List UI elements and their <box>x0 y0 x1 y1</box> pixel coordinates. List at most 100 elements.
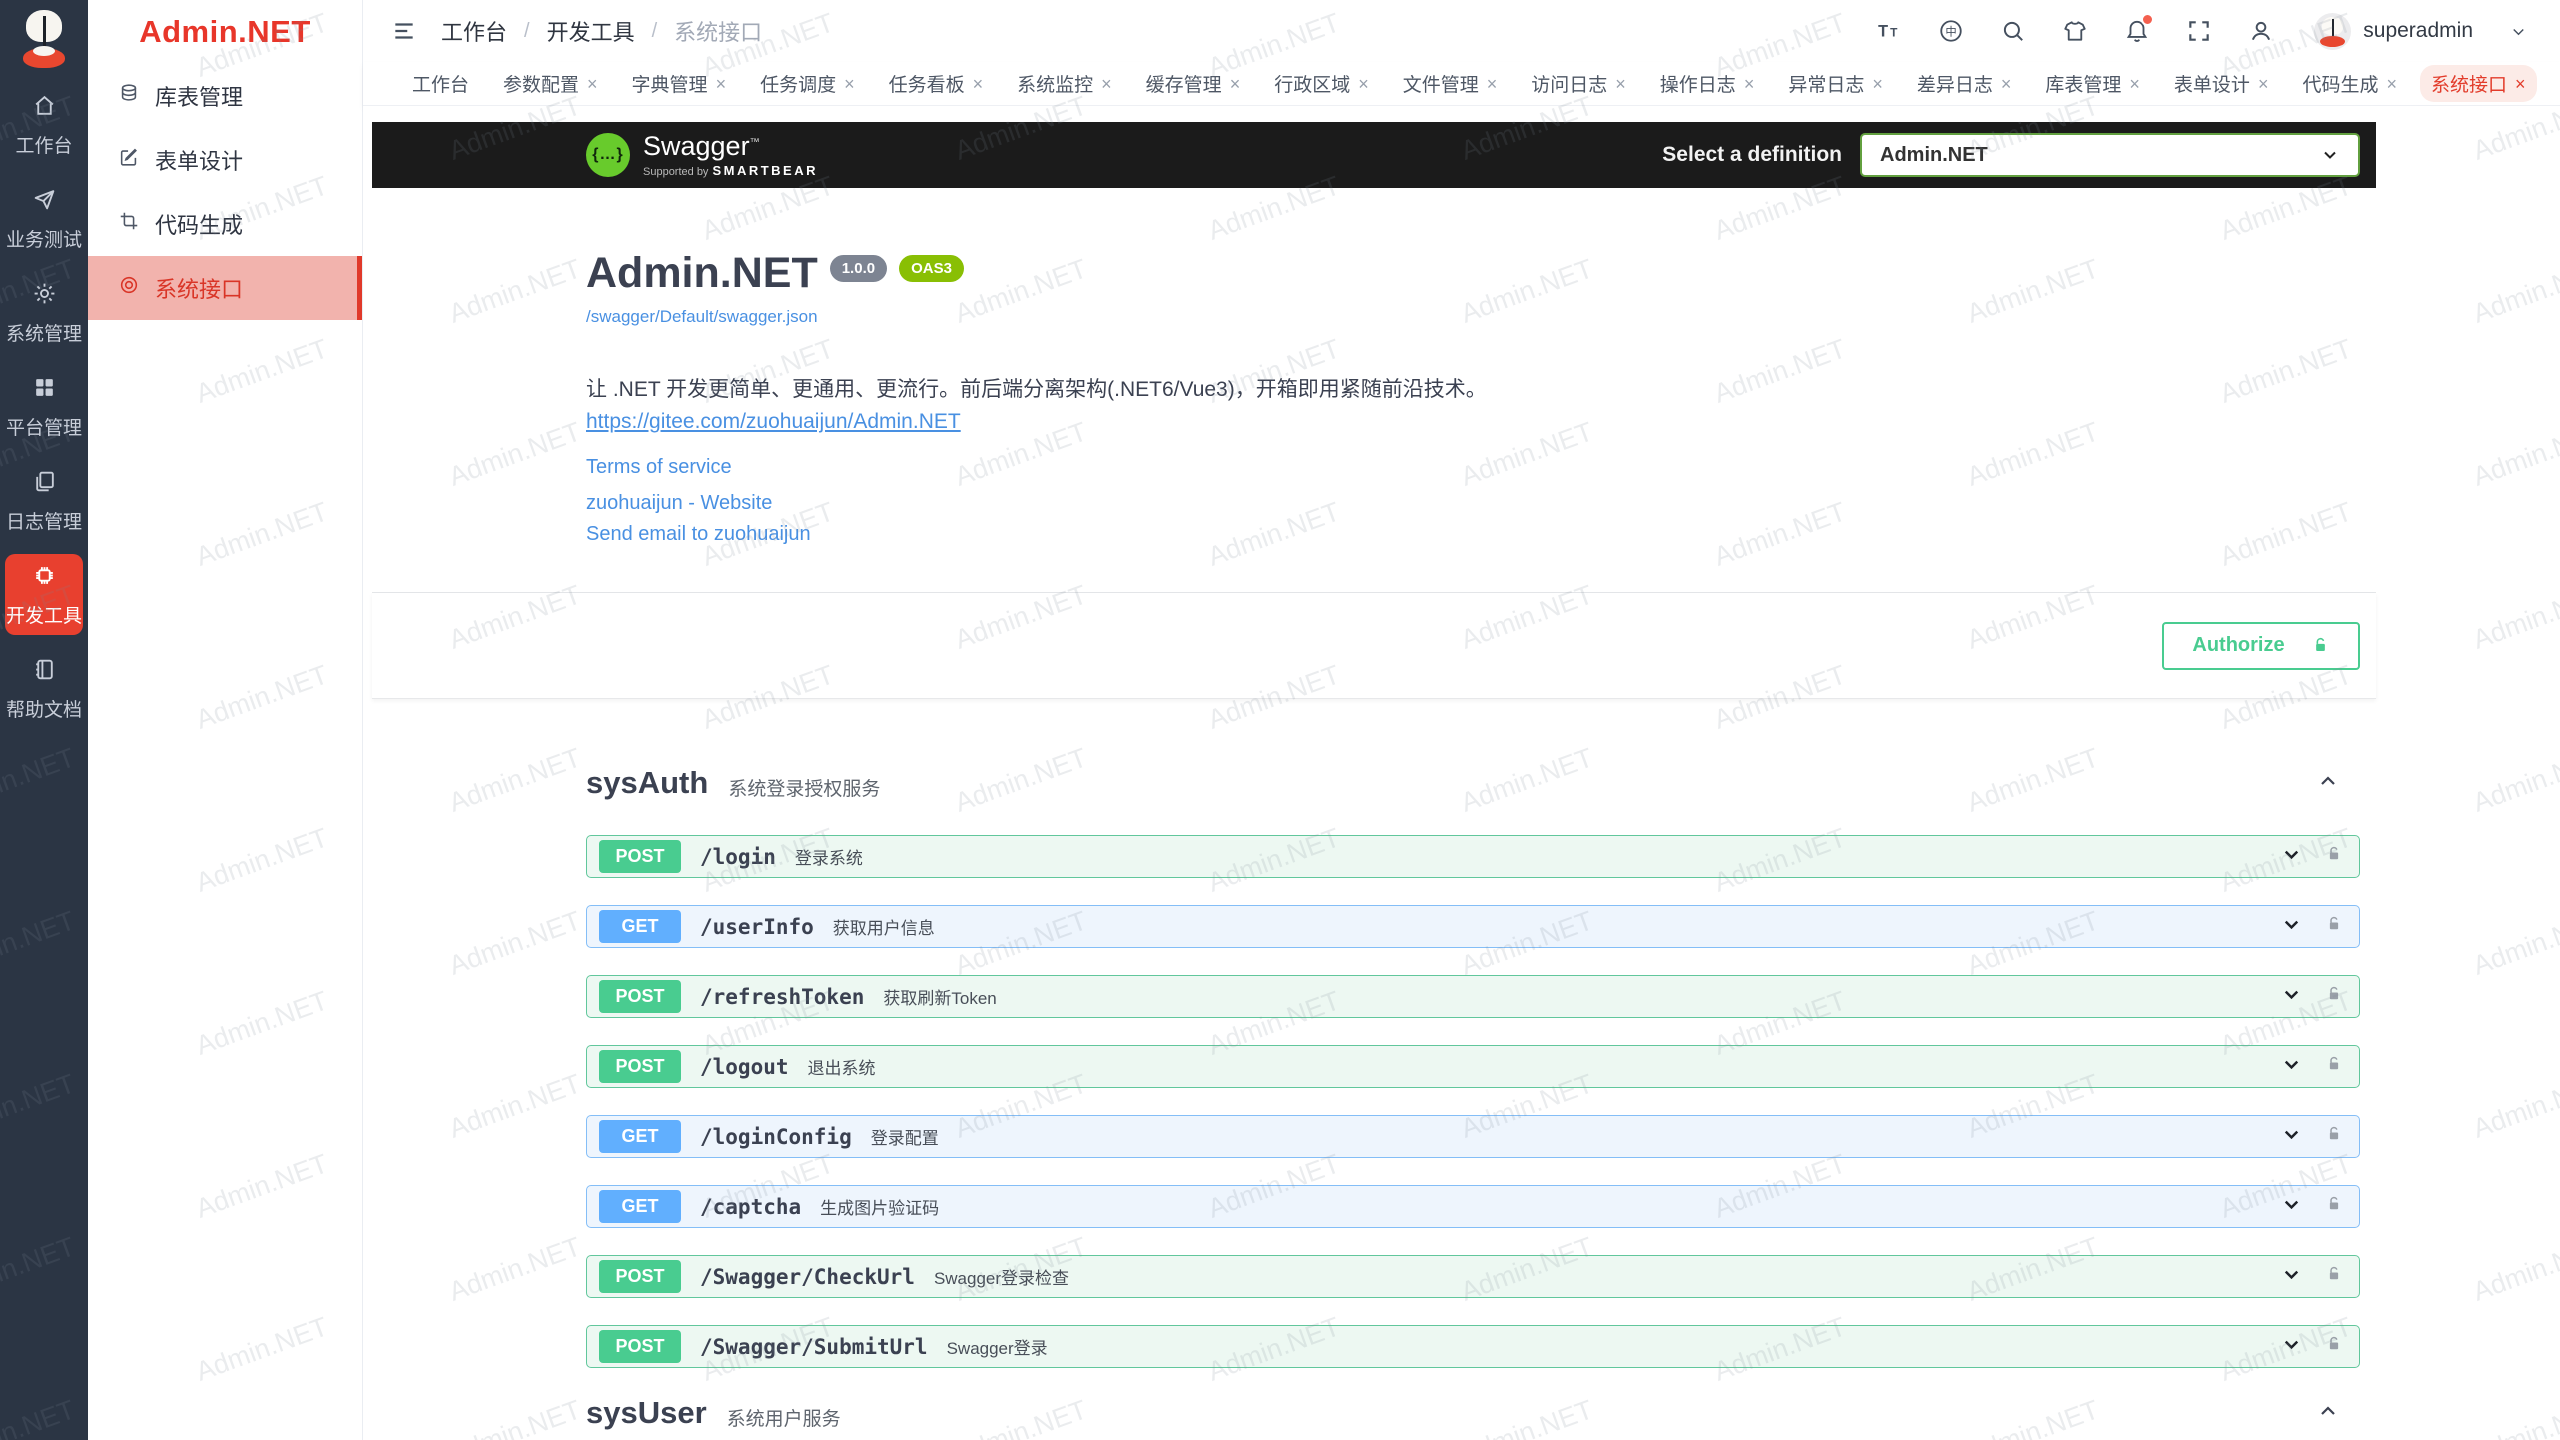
swagger-topbar: {…} Swagger™ Supported bySMARTBEAR Selec… <box>372 122 2376 188</box>
notifications-bell-icon[interactable] <box>2124 18 2150 44</box>
expand-chevron-icon[interactable] <box>2280 1053 2303 1081</box>
close-icon[interactable]: × <box>1230 75 1241 93</box>
rail-item-platform-mgmt[interactable]: 平台管理 <box>5 366 83 447</box>
close-icon[interactable]: × <box>1487 75 1498 93</box>
rail-item-system-mgmt[interactable]: 系统管理 <box>5 272 83 353</box>
repo-link[interactable]: https://gitee.com/zuohuaijun/Admin.NET <box>586 410 2360 434</box>
terms-link[interactable]: Terms of service <box>586 454 2360 481</box>
tab-item[interactable]: 工作台 <box>401 65 480 102</box>
method-badge: POST <box>599 1050 681 1083</box>
spec-url-link[interactable]: /swagger/Default/swagger.json <box>586 307 2360 327</box>
tab-item[interactable]: 任务看板 × <box>878 65 995 102</box>
sidebar-item-code-gen[interactable]: 代码生成 <box>88 192 362 256</box>
breadcrumb-item[interactable]: 开发工具 <box>547 15 635 47</box>
website-link[interactable]: zuohuaijun - Website <box>586 490 2360 517</box>
tab-label: 行政区域 <box>1274 70 1350 97</box>
rail-item-help-docs[interactable]: 帮助文档 <box>5 648 83 729</box>
user-avatar[interactable] <box>2314 13 2351 50</box>
tab-item[interactable]: 系统接口 × <box>2420 65 2537 102</box>
rail-item-business-test[interactable]: 业务测试 <box>5 178 83 259</box>
endpoint-row[interactable]: GET /captcha 生成图片验证码 <box>586 1185 2360 1228</box>
tab-item[interactable]: 表单设计 × <box>2163 65 2280 102</box>
rail-item-dev-tools[interactable]: 开发工具 <box>5 554 83 635</box>
tab-item[interactable]: 字典管理 × <box>621 65 738 102</box>
search-icon[interactable] <box>2000 18 2026 44</box>
expand-chevron-icon[interactable] <box>2280 1123 2303 1151</box>
expand-chevron-icon[interactable] <box>2280 843 2303 871</box>
tab-item[interactable]: 代码生成 × <box>2291 65 2408 102</box>
tab-item[interactable]: 缓存管理 × <box>1135 65 1252 102</box>
lock-icon[interactable] <box>2325 1055 2343 1078</box>
endpoint-row[interactable]: POST /Swagger/CheckUrl Swagger登录检查 <box>586 1255 2360 1298</box>
user-icon[interactable] <box>2248 18 2274 44</box>
tab-item[interactable]: 任务调度 × <box>749 65 866 102</box>
rail-item-log-mgmt[interactable]: 日志管理 <box>5 460 83 541</box>
close-icon[interactable]: × <box>844 75 855 93</box>
expand-chevron-icon[interactable] <box>2280 1333 2303 1361</box>
tab-item[interactable]: 库表管理 × <box>2034 65 2151 102</box>
expand-chevron-icon[interactable] <box>2280 1263 2303 1291</box>
sidebar-item-system-api[interactable]: 系统接口 <box>88 256 362 320</box>
close-icon[interactable]: × <box>1872 75 1883 93</box>
endpoint-row[interactable]: POST /refreshToken 获取刷新Token <box>586 975 2360 1018</box>
collapse-menu-icon[interactable] <box>391 18 417 44</box>
endpoint-row[interactable]: GET /userInfo 获取用户信息 <box>586 905 2360 948</box>
close-icon[interactable]: × <box>2129 75 2140 93</box>
close-icon[interactable]: × <box>587 75 598 93</box>
lock-icon[interactable] <box>2325 1125 2343 1148</box>
authorize-button[interactable]: Authorize <box>2162 622 2360 670</box>
endpoint-row[interactable]: GET /loginConfig 登录配置 <box>586 1115 2360 1158</box>
close-icon[interactable]: × <box>716 75 727 93</box>
close-icon[interactable]: × <box>2515 75 2526 93</box>
method-badge: POST <box>599 840 681 873</box>
close-icon[interactable]: × <box>1744 75 1755 93</box>
lock-icon[interactable] <box>2325 1195 2343 1218</box>
fullscreen-icon[interactable] <box>2186 18 2212 44</box>
lock-icon[interactable] <box>2325 985 2343 1008</box>
tab-label: 系统接口 <box>2431 70 2507 97</box>
rail-item-label: 开发工具 <box>6 601 82 628</box>
lock-icon[interactable] <box>2325 1335 2343 1358</box>
font-size-icon[interactable]: TT <box>1876 18 1902 44</box>
expand-chevron-icon[interactable] <box>2280 983 2303 1011</box>
endpoint-row[interactable]: POST /Swagger/SubmitUrl Swagger登录 <box>586 1325 2360 1368</box>
endpoint-row[interactable]: POST /login 登录系统 <box>586 835 2360 878</box>
tab-item[interactable]: 操作日志 × <box>1649 65 1766 102</box>
collapse-section-icon[interactable] <box>2316 769 2340 798</box>
tab-item[interactable]: 访问日志 × <box>1520 65 1637 102</box>
tab-item[interactable]: 文件管理 × <box>1392 65 1509 102</box>
close-icon[interactable]: × <box>2386 75 2397 93</box>
sidebar-item-form-design[interactable]: 表单设计 <box>88 128 362 192</box>
tab-item[interactable]: 系统监控 × <box>1006 65 1123 102</box>
close-icon[interactable]: × <box>973 75 984 93</box>
tab-item[interactable]: 参数配置 × <box>492 65 609 102</box>
expand-chevron-icon[interactable] <box>2280 913 2303 941</box>
section-header-sysuser[interactable]: sysUser 系统用户服务 <box>586 1395 2360 1431</box>
username-label[interactable]: superadmin <box>2363 19 2473 43</box>
close-icon[interactable]: × <box>1101 75 1112 93</box>
tab-item[interactable]: 行政区域 × <box>1263 65 1380 102</box>
close-icon[interactable]: × <box>1615 75 1626 93</box>
sidebar-item-table-mgmt[interactable]: 库表管理 <box>88 64 362 128</box>
close-icon[interactable]: × <box>1358 75 1369 93</box>
language-icon[interactable]: 中 <box>1938 18 1964 44</box>
rail-item-workbench[interactable]: 工作台 <box>5 84 83 165</box>
email-link[interactable]: Send email to zuohuaijun <box>586 521 2360 548</box>
expand-chevron-icon[interactable] <box>2280 1193 2303 1221</box>
rail-item-label: 帮助文档 <box>6 695 82 722</box>
theme-shirt-icon[interactable] <box>2062 18 2088 44</box>
lock-icon[interactable] <box>2325 845 2343 868</box>
close-icon[interactable]: × <box>2258 75 2269 93</box>
breadcrumb-item[interactable]: 工作台 <box>441 15 507 47</box>
endpoint-row[interactable]: POST /logout 退出系统 <box>586 1045 2360 1088</box>
definition-select[interactable]: Admin.NET <box>1860 133 2360 177</box>
collapse-section-icon[interactable] <box>2316 1399 2340 1428</box>
chevron-down-icon[interactable] <box>2509 22 2528 41</box>
lock-icon[interactable] <box>2325 1265 2343 1288</box>
lock-icon[interactable] <box>2325 915 2343 938</box>
close-icon[interactable]: × <box>2001 75 2012 93</box>
section-header-sysauth[interactable]: sysAuth 系统登录授权服务 <box>586 765 2360 801</box>
tab-item[interactable]: 差异日志 × <box>1906 65 2023 102</box>
tab-item[interactable]: 异常日志 × <box>1777 65 1894 102</box>
app-logo-mascot[interactable] <box>16 10 72 68</box>
